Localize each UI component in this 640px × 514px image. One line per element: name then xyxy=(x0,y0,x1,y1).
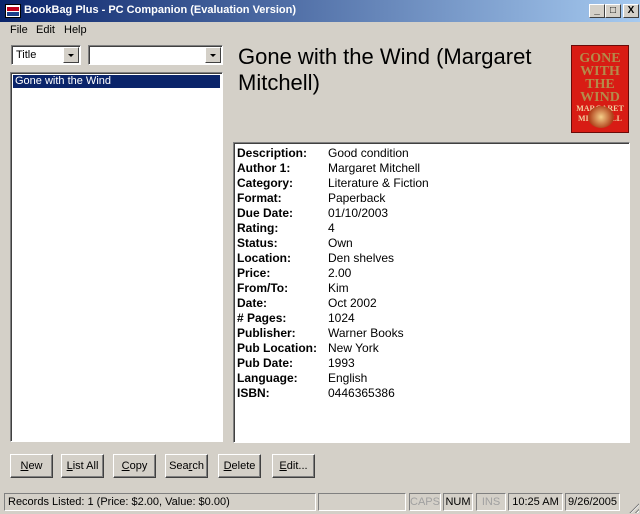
edit-button[interactable]: Edit... xyxy=(272,454,315,478)
detail-value: Den shelves xyxy=(328,251,395,265)
detail-value: 01/10/2003 xyxy=(328,206,389,220)
detail-label: Pub Date: xyxy=(237,356,294,370)
detail-label: # Pages: xyxy=(237,311,287,325)
maximize-button[interactable]: □ xyxy=(605,4,621,18)
book-cover-image: GONE WITH THE WIND MARGARET MITCHELL xyxy=(571,45,629,133)
detail-label: Pub Location: xyxy=(237,341,317,355)
detail-label: ISBN: xyxy=(237,386,270,400)
copy-button[interactable]: Copy xyxy=(113,454,156,478)
close-button[interactable]: X xyxy=(623,4,639,18)
detail-label: Author 1: xyxy=(237,161,291,175)
detail-label: From/To: xyxy=(237,281,289,295)
minimize-button[interactable]: _ xyxy=(589,4,605,18)
status-date: 9/26/2005 xyxy=(565,493,620,511)
cover-title: GONE WITH THE WIND xyxy=(579,51,621,105)
label: ew xyxy=(28,460,43,472)
chevron-down-icon[interactable] xyxy=(63,47,79,63)
book-heading: Gone with the Wind (Margaret Mitchell) xyxy=(238,44,532,95)
detail-value: 1993 xyxy=(328,356,355,370)
detail-value: 2.00 xyxy=(328,266,352,280)
menu-file[interactable]: File xyxy=(10,24,28,36)
detail-value: Warner Books xyxy=(328,326,404,340)
label: elete xyxy=(231,460,256,472)
resize-grip-icon[interactable] xyxy=(627,501,639,513)
detail-label: Status: xyxy=(237,236,278,250)
label: ist All xyxy=(72,460,99,472)
details-panel[interactable]: Description: Good condition Author 1: Marg… xyxy=(233,142,630,443)
search-combo[interactable] xyxy=(88,45,223,65)
menu-help[interactable]: Help xyxy=(64,24,87,36)
detail-label: Publisher: xyxy=(237,326,296,340)
cover-illustration xyxy=(588,106,614,128)
mnemonic: C xyxy=(121,460,130,472)
status-records: Records Listed: 1 (Price: $2.00, Value: … xyxy=(4,493,316,511)
detail-label: Rating: xyxy=(237,221,279,235)
list-all-button[interactable]: List All xyxy=(61,454,104,478)
detail-label: Location: xyxy=(237,251,291,265)
label: Sea xyxy=(169,460,189,472)
new-button[interactable]: New xyxy=(10,454,53,478)
detail-value: Oct 2002 xyxy=(328,296,377,310)
window-title: BookBag Plus - PC Companion (Evaluation … xyxy=(24,4,296,16)
status-time: 10:25 AM xyxy=(508,493,563,511)
detail-value: Margaret Mitchell xyxy=(328,161,421,175)
search-button[interactable]: Search xyxy=(165,454,208,478)
detail-label: Date: xyxy=(237,296,268,310)
chevron-down-icon[interactable] xyxy=(205,47,221,63)
menu-edit[interactable]: Edit xyxy=(36,24,55,36)
label: dit... xyxy=(286,460,308,472)
status-ins: INS xyxy=(476,493,506,511)
title-bar[interactable]: BookBag Plus - PC Companion (Evaluation … xyxy=(0,0,640,22)
detail-value: Good condition xyxy=(328,146,409,160)
label: opy xyxy=(129,460,148,472)
detail-label: Format: xyxy=(237,191,282,205)
status-blank xyxy=(318,493,406,511)
detail-value: Literature & Fiction xyxy=(328,176,429,190)
detail-label: Description: xyxy=(237,146,308,160)
detail-label: Category: xyxy=(237,176,294,190)
delete-button[interactable]: Delete xyxy=(218,454,261,478)
detail-value: English xyxy=(328,371,368,385)
detail-value: 0446365386 xyxy=(328,386,395,400)
status-num: NUM xyxy=(443,493,473,511)
detail-label: Language: xyxy=(237,371,298,385)
detail-value: Own xyxy=(328,236,353,250)
app-icon[interactable] xyxy=(5,4,21,18)
detail-value: 1024 xyxy=(328,311,355,325)
detail-value: New York xyxy=(328,341,379,355)
detail-label: Price: xyxy=(237,266,271,280)
mnemonic: E xyxy=(279,460,287,472)
detail-value: Paperback xyxy=(328,191,386,205)
detail-label: Due Date: xyxy=(237,206,294,220)
list-item[interactable]: Gone with the Wind xyxy=(13,75,220,88)
field-select[interactable]: Title xyxy=(11,45,81,65)
menu-bar: File Edit Help xyxy=(0,22,640,40)
detail-value: 4 xyxy=(328,221,335,235)
status-caps: CAPS xyxy=(409,493,441,511)
field-select-value: Title xyxy=(16,49,37,61)
mnemonic: D xyxy=(223,460,232,472)
detail-value: Kim xyxy=(328,281,349,295)
book-list[interactable]: Gone with the Wind xyxy=(10,72,223,442)
label: ch xyxy=(192,460,204,472)
